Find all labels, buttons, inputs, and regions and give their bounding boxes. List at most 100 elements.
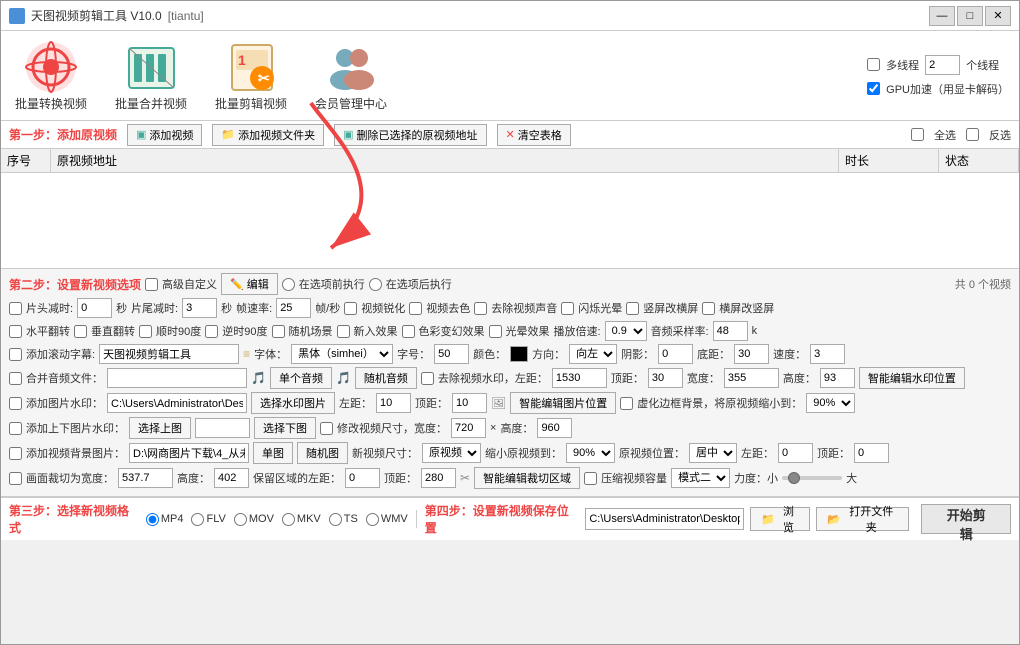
maximize-button[interactable]: □ — [957, 6, 983, 26]
compress-checkbox[interactable] — [584, 472, 597, 485]
flash-checkbox[interactable] — [561, 302, 574, 315]
invert-checkbox[interactable] — [966, 128, 979, 141]
compress-mode-select[interactable]: 模式二模式一 — [671, 468, 730, 488]
tail-cut-input[interactable] — [182, 298, 217, 318]
wm-height-input[interactable] — [820, 368, 855, 388]
remove-audio-checkbox[interactable] — [474, 302, 487, 315]
rotate90-checkbox[interactable] — [139, 325, 152, 338]
image-wm-checkbox[interactable] — [9, 397, 22, 410]
new-size-select[interactable]: 原视频 — [422, 443, 481, 463]
select-bottom-button[interactable]: 选择下图 — [254, 417, 316, 439]
minimize-button[interactable]: — — [929, 6, 955, 26]
toolbar-member[interactable]: 会员管理中心 — [311, 40, 391, 112]
crop-checkbox[interactable] — [9, 472, 22, 485]
select-top-button[interactable]: 选择上图 — [129, 417, 191, 439]
top-img-input[interactable] — [195, 418, 250, 438]
position-select[interactable]: 居中 — [689, 443, 737, 463]
exec-after-radio[interactable] — [369, 278, 382, 291]
random-audio-button[interactable]: 随机音频 — [355, 367, 417, 389]
format-mov[interactable]: MOV — [234, 513, 274, 526]
start-clip-button[interactable]: 开始剪辑 — [921, 504, 1011, 534]
head-cut-checkbox[interactable] — [9, 302, 22, 315]
resize-checkbox[interactable] — [320, 422, 333, 435]
color-effect-checkbox[interactable] — [402, 325, 415, 338]
speed-input[interactable] — [810, 344, 845, 364]
shadow-input[interactable] — [658, 344, 693, 364]
add-video-button[interactable]: ▣ 添加视频 — [127, 124, 202, 146]
gpu-checkbox[interactable] — [867, 82, 880, 95]
wm-top-input[interactable] — [648, 368, 683, 388]
wm-left2-input[interactable] — [376, 393, 411, 413]
toolbar-batch-convert[interactable]: 批量转换视频 — [11, 40, 91, 112]
padding-left-input[interactable] — [345, 468, 380, 488]
left-input[interactable] — [778, 443, 813, 463]
color-picker[interactable] — [510, 346, 528, 362]
exec-before-radio[interactable] — [282, 278, 295, 291]
frame-rate-input[interactable] — [276, 298, 311, 318]
random-scene-checkbox[interactable] — [272, 325, 285, 338]
format-mkv[interactable]: MKV — [282, 513, 321, 526]
format-mp4[interactable]: MP4 — [146, 513, 184, 526]
topbottom-wm-checkbox[interactable] — [9, 422, 22, 435]
format-mp4-radio[interactable] — [146, 513, 159, 526]
advanced-checkbox[interactable] — [145, 278, 158, 291]
virtual-bg-select[interactable]: 90%80% — [806, 393, 855, 413]
horizontal-checkbox[interactable] — [702, 302, 715, 315]
top-input[interactable] — [854, 443, 889, 463]
image-wm-path[interactable] — [107, 393, 247, 413]
padding-top-input[interactable] — [421, 468, 456, 488]
resize-h-input[interactable] — [537, 418, 572, 438]
playback-speed-select[interactable]: 0.91.01.5 — [605, 321, 647, 341]
wm-width-input[interactable] — [724, 368, 779, 388]
open-folder-button[interactable]: 📂 打开文件夹 — [816, 507, 909, 531]
bg-image-checkbox[interactable] — [9, 447, 22, 460]
toolbar-batch-clip[interactable]: 1 ✂ 批量剪辑视频 — [211, 40, 291, 112]
wm-left-input[interactable] — [552, 368, 607, 388]
virtual-bg-checkbox[interactable] — [620, 397, 633, 410]
smart-crop-button[interactable]: 智能编辑裁切区域 — [474, 467, 580, 489]
select-all-checkbox[interactable] — [911, 128, 924, 141]
crop-w-input[interactable] — [118, 468, 173, 488]
audio-sample-input[interactable] — [713, 321, 748, 341]
flip-v-checkbox[interactable] — [74, 325, 87, 338]
bottom-input[interactable] — [734, 344, 769, 364]
save-path-input[interactable] — [585, 508, 744, 530]
select-wm-image-button[interactable]: 选择水印图片 — [251, 392, 335, 414]
font-select[interactable]: 黑体（simhei） — [291, 344, 393, 364]
close-button[interactable]: ✕ — [985, 6, 1011, 26]
head-cut-input[interactable] — [77, 298, 112, 318]
rotate-neg90-checkbox[interactable] — [205, 325, 218, 338]
add-folder-button[interactable]: 📁 添加视频文件夹 — [212, 124, 324, 146]
font-size-input[interactable] — [434, 344, 469, 364]
decolor-checkbox[interactable] — [409, 302, 422, 315]
format-ts[interactable]: TS — [329, 513, 358, 526]
subtitle-text-input[interactable] — [99, 344, 239, 364]
new-effect-checkbox[interactable] — [337, 325, 350, 338]
shrink-select[interactable]: 90%80% — [566, 443, 615, 463]
edit-button[interactable]: ✏️编辑 — [221, 273, 278, 295]
format-flv[interactable]: FLV — [191, 513, 225, 526]
smart-edit-image-button[interactable]: 智能编辑图片位置 — [510, 392, 616, 414]
thread-count-input[interactable] — [925, 55, 960, 75]
vertical-checkbox[interactable] — [626, 302, 639, 315]
toolbar-batch-merge[interactable]: 批量合并视频 — [111, 40, 191, 112]
compress-slider[interactable] — [782, 476, 842, 480]
single-audio-button[interactable]: 单个音频 — [270, 367, 332, 389]
crop-h-input[interactable] — [214, 468, 249, 488]
sharpen-checkbox[interactable] — [344, 302, 357, 315]
clear-table-button[interactable]: ✕ 清空表格 — [497, 124, 571, 146]
direction-select[interactable]: 向左向右 — [569, 344, 617, 364]
wm-top2-input[interactable] — [452, 393, 487, 413]
smart-edit-wm-button[interactable]: 智能编辑水印位置 — [859, 367, 965, 389]
merge-audio-checkbox[interactable] — [9, 372, 22, 385]
format-mkv-radio[interactable] — [282, 513, 295, 526]
format-wmv-radio[interactable] — [366, 513, 379, 526]
format-mov-radio[interactable] — [234, 513, 247, 526]
format-flv-radio[interactable] — [191, 513, 204, 526]
single-img-button[interactable]: 单图 — [253, 442, 293, 464]
light-effect-checkbox[interactable] — [489, 325, 502, 338]
bg-image-path-input[interactable] — [129, 443, 249, 463]
resize-w-input[interactable] — [451, 418, 486, 438]
delete-selected-button[interactable]: ▣ 删除已选择的原视频地址 — [334, 124, 486, 146]
random-img-button[interactable]: 随机图 — [297, 442, 348, 464]
